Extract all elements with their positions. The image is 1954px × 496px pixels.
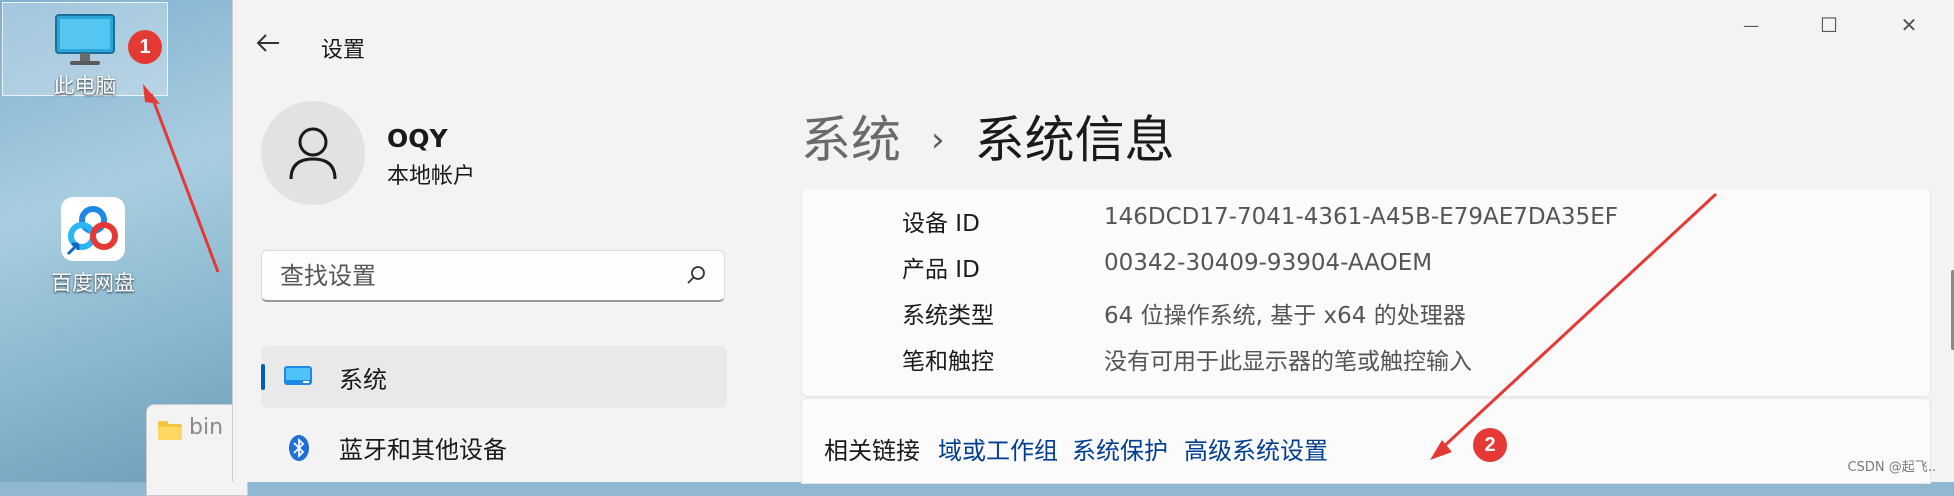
spec-value: 146DCD17-7041-4361-A45B-E79AE7DA35EF xyxy=(1104,204,1618,230)
breadcrumb-parent[interactable]: 系统 xyxy=(801,111,901,169)
nav-item-bluetooth[interactable]: 蓝牙和其他设备 xyxy=(261,416,727,478)
system-display-icon xyxy=(284,366,312,385)
active-indicator xyxy=(261,364,265,390)
spec-key: 设备 ID xyxy=(902,211,980,237)
watermark: CSDN @起飞.. xyxy=(1847,460,1936,475)
folder-icon xyxy=(158,421,182,440)
spec-value: 00342-30409-93904-AAOEM xyxy=(1104,250,1433,276)
account-type: 本地帐户 xyxy=(387,164,476,189)
spec-value: 没有可用于此显示器的笔或触控输入 xyxy=(1104,349,1472,375)
related-links-label: 相关链接 xyxy=(824,437,920,465)
minimize-icon: — xyxy=(1743,15,1759,35)
desktop-icon-baidu-netdisk[interactable]: 百度网盘 xyxy=(38,196,148,297)
settings-window: — ☐ ✕ 设置 OQY 本地帐户 系统 xyxy=(232,0,1954,484)
spec-row: 笔和触控 没有可用于此显示器的笔或触控输入 xyxy=(802,342,1930,388)
spec-row: 设备 ID 146DCD17-7041-4361-A45B-E79AE7DA35… xyxy=(802,204,1930,250)
advanced-system-settings-link[interactable]: 高级系统设置 xyxy=(1184,431,1328,466)
user-icon xyxy=(289,127,337,180)
system-protection-link[interactable]: 系统保护 xyxy=(1072,431,1168,466)
search-icon[interactable] xyxy=(686,265,706,285)
back-button[interactable] xyxy=(255,28,281,61)
app-title: 设置 xyxy=(321,38,366,63)
domain-workgroup-link[interactable]: 域或工作组 xyxy=(938,431,1058,466)
desktop-icon-label: 此电脑 xyxy=(53,74,117,98)
chevron-right-icon: › xyxy=(931,120,945,160)
bluetooth-icon xyxy=(289,435,309,461)
account-name: OQY xyxy=(387,124,448,153)
spec-row: 产品 ID 00342-30409-93904-AAOEM xyxy=(802,250,1930,296)
minimize-button[interactable]: — xyxy=(1721,8,1781,42)
arrow-left-icon xyxy=(256,34,279,52)
maximize-button[interactable]: ☐ xyxy=(1799,8,1859,42)
spec-value: 64 位操作系统, 基于 x64 的处理器 xyxy=(1104,303,1466,329)
spec-key: 产品 ID xyxy=(902,257,980,283)
nav-item-system[interactable]: 系统 xyxy=(261,346,727,408)
breadcrumb: 系统 › 系统信息 xyxy=(801,100,1175,172)
search-input[interactable] xyxy=(278,261,672,291)
monitor-icon xyxy=(55,14,115,65)
spec-key: 系统类型 xyxy=(902,303,994,329)
related-links-bar: 相关链接 域或工作组 系统保护 高级系统设置 xyxy=(801,398,1931,484)
nav-item-label: 系统 xyxy=(339,365,387,394)
maximize-icon: ☐ xyxy=(1820,13,1838,37)
spec-row: 系统类型 64 位操作系统, 基于 x64 的处理器 xyxy=(802,296,1930,342)
annotation-badge: 1 xyxy=(128,30,162,64)
annotation-badge: 2 xyxy=(1473,428,1507,462)
device-specs-card: 设备 ID 146DCD17-7041-4361-A45B-E79AE7DA35… xyxy=(801,190,1931,397)
nav-item-label: 蓝牙和其他设备 xyxy=(339,435,507,464)
close-icon: ✕ xyxy=(1900,13,1918,37)
cloud-icon xyxy=(61,197,125,261)
avatar[interactable] xyxy=(261,101,365,205)
close-button[interactable]: ✕ xyxy=(1879,8,1939,42)
explorer-folder-label: bin xyxy=(189,415,224,440)
desktop-icon-label: 百度网盘 xyxy=(51,271,135,295)
settings-search xyxy=(261,250,725,302)
page-title: 系统信息 xyxy=(974,111,1175,169)
spec-key: 笔和触控 xyxy=(902,349,994,375)
